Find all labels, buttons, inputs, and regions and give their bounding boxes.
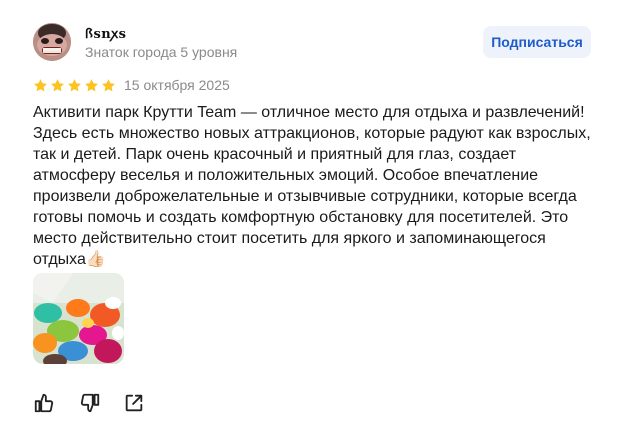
avatar[interactable] <box>33 23 71 61</box>
author-level: Знаток города 5 уровня <box>85 44 238 60</box>
dislike-button[interactable] <box>79 392 101 414</box>
thumbs-down-icon <box>80 393 100 413</box>
star-icon <box>68 79 81 92</box>
share-button[interactable] <box>123 392 145 414</box>
review-photo[interactable] <box>33 273 124 364</box>
star-icon <box>102 79 115 92</box>
star-icon <box>34 79 47 92</box>
star-icon <box>85 79 98 92</box>
author-name[interactable]: ꟗsnꭗs <box>85 24 126 42</box>
thumbs-up-icon <box>34 393 54 413</box>
review-date: 15 октября 2025 <box>124 77 230 93</box>
like-button[interactable] <box>33 392 55 414</box>
review-card: ꟗsnꭗs Знаток города 5 уровня Подписаться… <box>0 0 634 425</box>
share-icon <box>125 394 143 412</box>
rating-stars <box>33 78 116 93</box>
subscribe-button[interactable]: Подписаться <box>483 26 591 58</box>
star-icon <box>51 79 64 92</box>
review-text: Активити парк Крутти Team — отличное мес… <box>33 104 591 268</box>
